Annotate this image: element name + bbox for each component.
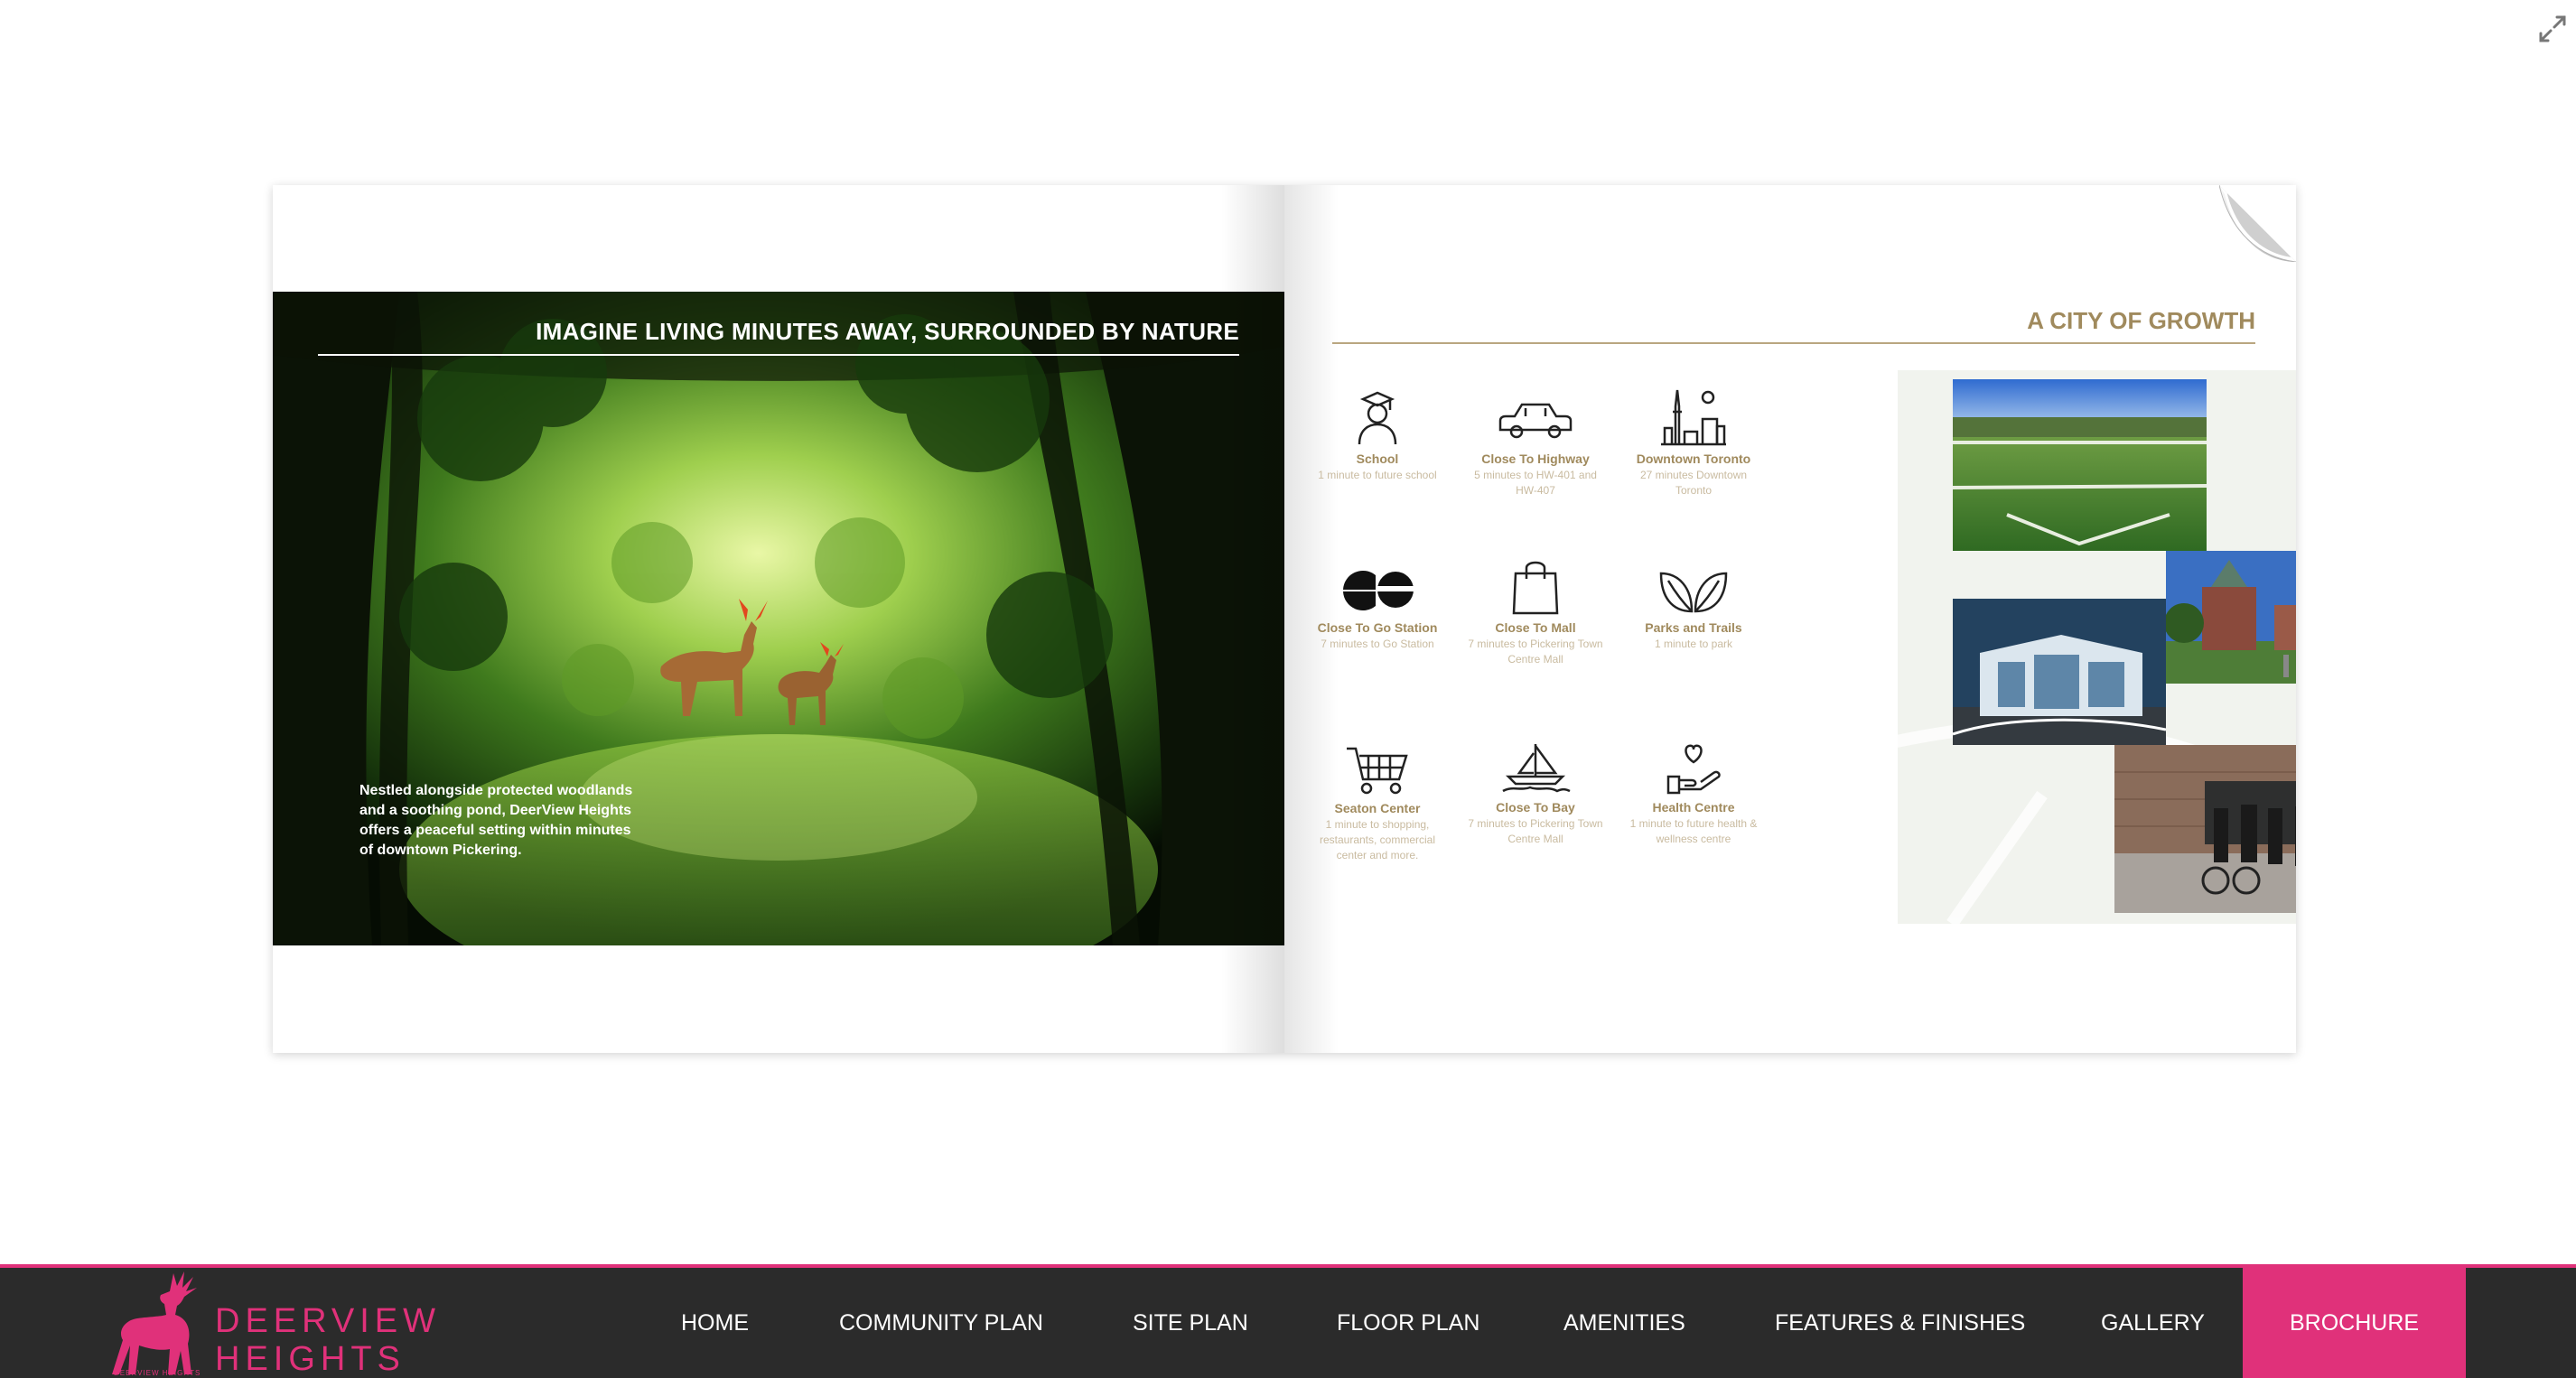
building-rendering-photo: [1953, 599, 2166, 745]
nav-features-finishes[interactable]: FEATURES & FINISHES: [1775, 1268, 2025, 1378]
amenity-go-station: Close To Go Station 7 minutes to Go Stat…: [1310, 564, 1445, 652]
left-page-title: IMAGINE LIVING MINUTES AWAY, SURROUNDED …: [536, 318, 1239, 345]
nav-floor-plan[interactable]: FLOOR PLAN: [1337, 1268, 1479, 1378]
amenity-description: 27 minutes Downtown Toronto: [1639, 469, 1748, 497]
heart-hand-icon: [1666, 744, 1721, 795]
amenity-title: Health Centre: [1652, 800, 1735, 815]
page-curl-corner[interactable]: [2219, 185, 2296, 262]
amenity-mall: Close To Mall 7 minutes to Pickering Tow…: [1468, 555, 1603, 667]
amenity-title: Close To Highway: [1481, 452, 1590, 466]
amenity-parks: Parks and Trails 1 minute to park: [1626, 564, 1761, 652]
amenity-title: Close To Mall: [1495, 620, 1576, 635]
amenity-title: Downtown Toronto: [1636, 452, 1751, 466]
amenity-health: Health Centre 1 minute to future health …: [1626, 740, 1761, 847]
amenity-description: 1 minute to park: [1654, 638, 1733, 650]
amenity-description: 1 minute to future school: [1318, 469, 1437, 481]
nav-site-plan[interactable]: SITE PLAN: [1133, 1268, 1248, 1378]
church-photo: [2166, 551, 2296, 684]
amenity-description: 7 minutes to Go Station: [1321, 638, 1434, 650]
amenity-highway: Close To Highway 5 minutes to HW-401 and…: [1468, 388, 1603, 498]
expand-arrows-icon: [2539, 15, 2566, 42]
nav-gallery[interactable]: GALLERY: [2101, 1268, 2205, 1378]
amenity-description: 7 minutes to Pickering Town Centre Mall: [1468, 817, 1603, 845]
amenity-description: 7 minutes to Pickering Town Centre Mall: [1468, 638, 1603, 666]
shopping-bag-icon: [1512, 561, 1559, 615]
amenity-title: Seaton Center: [1334, 801, 1421, 815]
nav-amenities[interactable]: AMENITIES: [1563, 1268, 1685, 1378]
leaves-icon: [1659, 572, 1728, 613]
amenity-title: School: [1356, 452, 1399, 466]
shopping-cart-icon: [1347, 747, 1408, 795]
brochure-left-page[interactable]: IMAGINE LIVING MINUTES AWAY, SURROUNDED …: [273, 185, 1284, 1053]
amenity-description: 1 minute to shopping, restaurants, comme…: [1319, 818, 1436, 861]
graduate-icon: [1358, 391, 1397, 445]
city-skyline-icon: [1661, 389, 1726, 446]
title-divider: [318, 354, 1239, 356]
forest-deer-photo: IMAGINE LIVING MINUTES AWAY, SURROUNDED …: [273, 292, 1284, 945]
fullscreen-button[interactable]: [2534, 11, 2571, 47]
nav-community-plan[interactable]: COMMUNITY PLAN: [839, 1268, 1043, 1378]
brochure-right-page[interactable]: A CITY OF GROWTH School 1 minute to futu…: [1284, 185, 2296, 1053]
deerview-heights-logo[interactable]: DEERVIEW HEIGHTS DEERVIEW HEIGHTS: [110, 1268, 453, 1378]
students-photo: [2114, 745, 2296, 913]
photo-collage: [1898, 370, 2296, 924]
sailboat-icon: [1502, 744, 1571, 793]
nav-brochure[interactable]: BROCHURE: [2243, 1268, 2467, 1378]
amenity-title: Close To Go Station: [1317, 620, 1438, 635]
amenity-school: School 1 minute to future school: [1310, 388, 1445, 483]
brochure-flipbook[interactable]: IMAGINE LIVING MINUTES AWAY, SURROUNDED …: [273, 185, 2296, 1053]
title-divider: [1332, 342, 2255, 344]
amenity-description: 5 minutes to HW-401 and HW-407: [1474, 469, 1597, 497]
logo-subtext: DEERVIEW HEIGHTS: [114, 1369, 201, 1377]
amenity-seaton-center: Seaton Center 1 minute to shopping, rest…: [1310, 745, 1445, 863]
right-page-title: A CITY OF GROWTH: [2027, 307, 2255, 334]
nav-home[interactable]: HOME: [681, 1268, 749, 1378]
main-navbar: DEERVIEW HEIGHTS DEERVIEW HEIGHTS HOME C…: [0, 1264, 2576, 1378]
deer-logo-icon: [112, 1271, 197, 1374]
logo-wordmark: DEERVIEW HEIGHTS: [215, 1302, 442, 1378]
car-icon: [1498, 403, 1573, 439]
amenity-description: 1 minute to future health & wellness cen…: [1629, 817, 1758, 845]
soccer-field-photo: [1953, 379, 2207, 551]
amenity-downtown: Downtown Toronto 27 minutes Downtown Tor…: [1626, 388, 1761, 498]
amenity-title: Close To Bay: [1496, 800, 1575, 815]
left-page-description: Nestled alongside protected woodlands an…: [359, 783, 633, 858]
amenity-bay: Close To Bay 7 minutes to Pickering Town…: [1468, 740, 1603, 847]
go-transit-icon: [1343, 570, 1415, 611]
amenity-title: Parks and Trails: [1645, 620, 1742, 635]
